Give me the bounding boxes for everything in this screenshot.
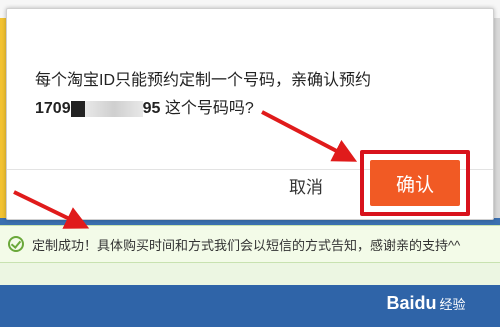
arrow-to-success-icon bbox=[13, 190, 90, 229]
baidu-jingyan-watermark: Baidu 经验 bbox=[366, 288, 486, 318]
watermark-brand: Baidu bbox=[386, 292, 437, 313]
arrow-to-confirm-icon bbox=[261, 110, 358, 162]
watermark-sub: 经验 bbox=[439, 296, 466, 312]
annotation-arrows bbox=[13, 110, 358, 229]
